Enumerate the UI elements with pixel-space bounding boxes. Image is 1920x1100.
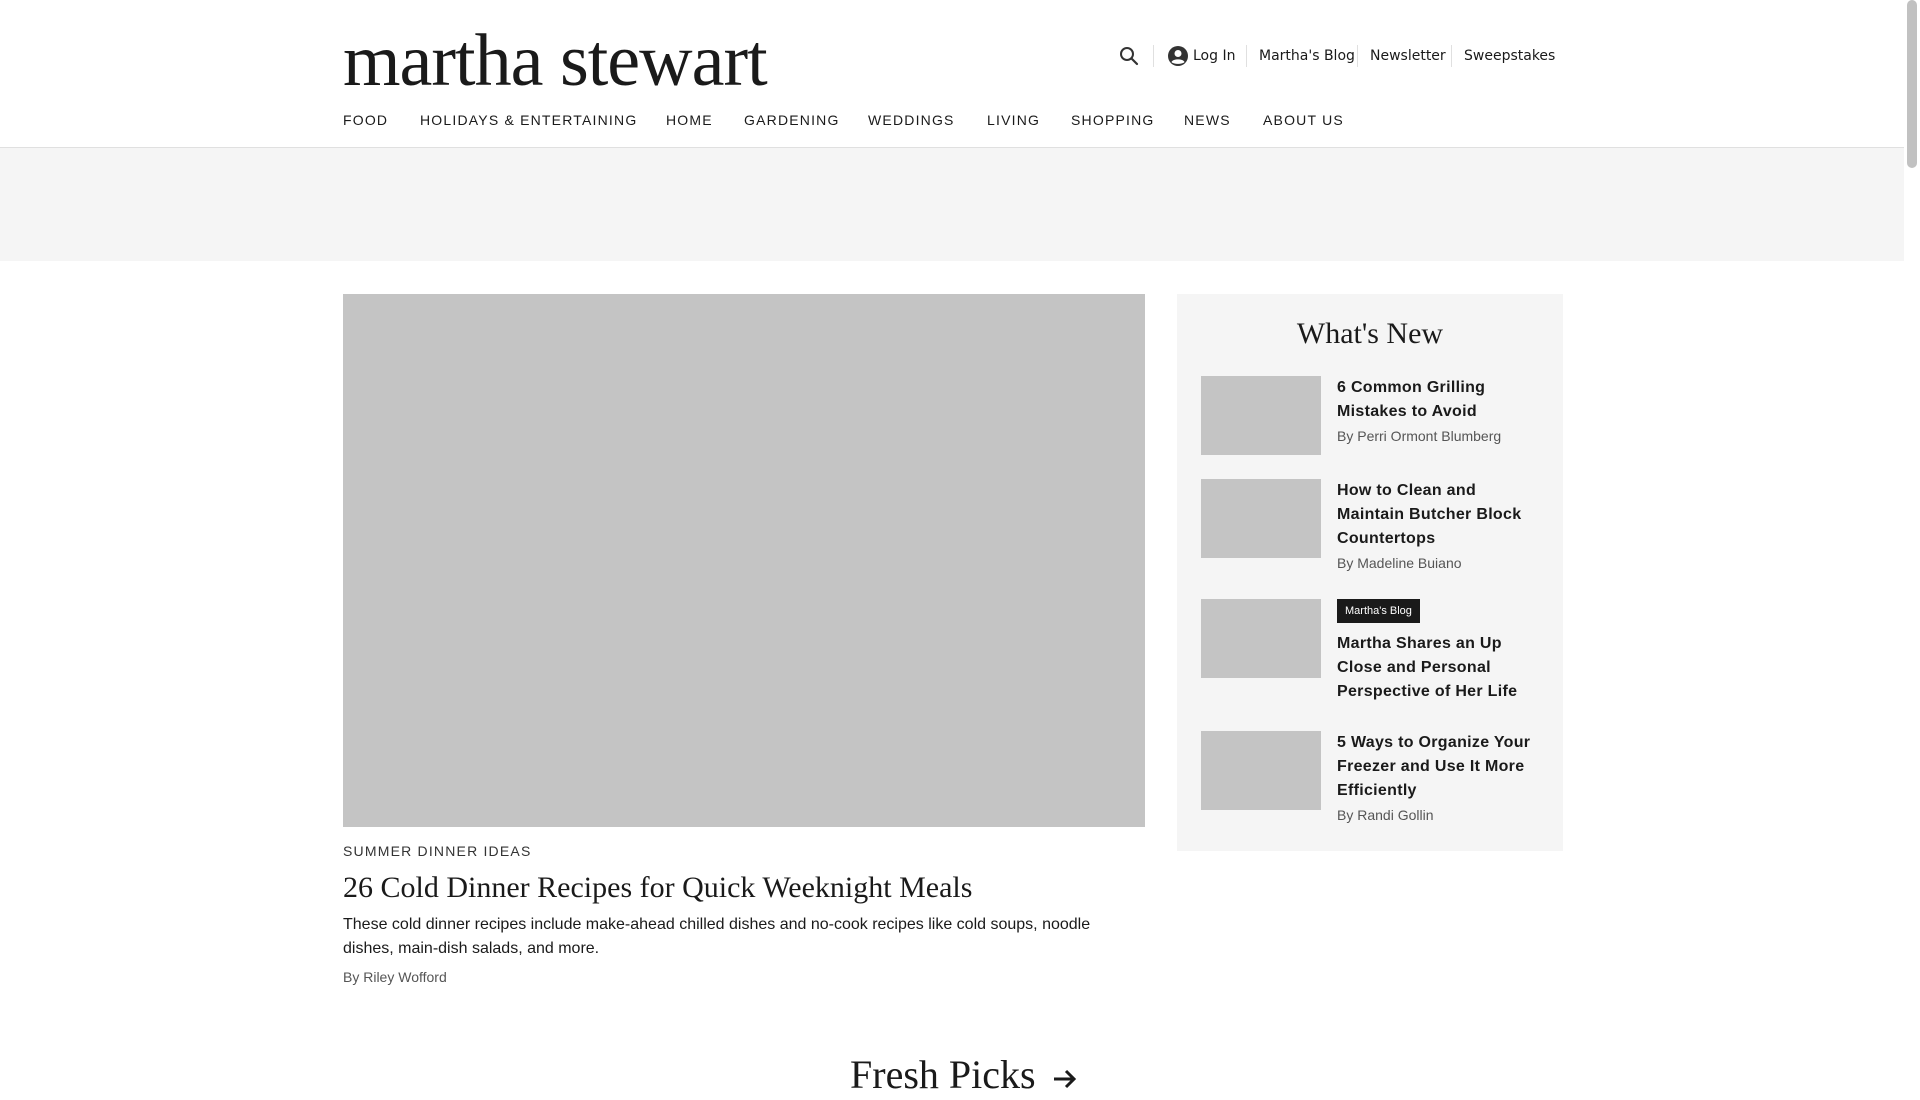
whats-new-panel: What's New 6 Common Grilling Mistakes to… [1177, 294, 1563, 851]
article-title[interactable]: 5 Ways to Organize Your Freezer and Use … [1337, 731, 1543, 803]
article-thumbnail[interactable] [1201, 479, 1321, 558]
article-title[interactable]: How to Clean and Maintain Butcher Block … [1337, 479, 1543, 551]
article-thumbnail[interactable] [1201, 731, 1321, 810]
newsletter-link[interactable]: Newsletter [1370, 46, 1446, 66]
account-circle-icon[interactable] [1167, 45, 1189, 67]
sweepstakes-link[interactable]: Sweepstakes [1464, 46, 1555, 66]
utility-divider [1153, 45, 1154, 67]
whats-new-title: What's New [1296, 317, 1444, 350]
blog-badge[interactable]: Martha's Blog [1337, 599, 1420, 623]
list-item[interactable]: 6 Common Grilling Mistakes to Avoid By P… [1337, 376, 1543, 446]
nav-living[interactable]: LIVING [987, 110, 1040, 130]
hero-image[interactable] [343, 294, 1145, 827]
article-thumbnail[interactable] [1201, 599, 1321, 678]
list-item[interactable]: 5 Ways to Organize Your Freezer and Use … [1337, 731, 1543, 825]
utility-divider [1357, 45, 1358, 67]
hero-byline: By Riley Wofford [343, 969, 447, 985]
hero-description: These cold dinner recipes include make-a… [343, 916, 1091, 957]
ad-banner-placeholder [0, 148, 1904, 261]
fresh-picks-heading[interactable]: Fresh Picks [850, 1050, 1078, 1100]
utility-divider [1246, 45, 1247, 67]
scrollbar-thumb[interactable] [1907, 0, 1917, 168]
login-link[interactable]: Log In [1193, 46, 1235, 66]
hero-title[interactable]: 26 Cold Dinner Recipes for Quick Weeknig… [343, 868, 972, 908]
nav-news[interactable]: NEWS [1184, 110, 1231, 130]
nav-holidays-entertaining[interactable]: HOLIDAYS & ENTERTAINING [420, 110, 637, 130]
article-title[interactable]: 6 Common Grilling Mistakes to Avoid [1337, 376, 1543, 424]
article-byline: By Madeline Buiano [1337, 555, 1462, 571]
site-logo[interactable]: martha stewart [343, 16, 768, 106]
nav-about-us[interactable]: ABOUT US [1263, 110, 1344, 130]
article-title[interactable]: Martha Shares an Up Close and Personal P… [1337, 632, 1543, 704]
article-byline: By Randi Gollin [1337, 807, 1434, 823]
nav-weddings[interactable]: WEDDINGS [868, 110, 955, 130]
article-thumbnail[interactable] [1201, 376, 1321, 455]
article-byline: By Perri Ormont Blumberg [1337, 428, 1502, 444]
list-item[interactable]: Martha's Blog Martha Shares an Up Close … [1337, 599, 1543, 704]
nav-food[interactable]: FOOD [343, 110, 388, 130]
marthas-blog-link[interactable]: Martha's Blog [1259, 46, 1355, 66]
utility-divider [1451, 45, 1452, 67]
list-item[interactable]: How to Clean and Maintain Butcher Block … [1337, 479, 1543, 573]
fresh-picks-label: Fresh Picks [850, 1052, 1036, 1097]
search-icon[interactable] [1117, 44, 1141, 68]
nav-shopping[interactable]: SHOPPING [1071, 110, 1155, 130]
hero-kicker[interactable]: SUMMER DINNER IDEAS [343, 843, 531, 859]
nav-home[interactable]: HOME [666, 110, 713, 130]
nav-gardening[interactable]: GARDENING [744, 110, 840, 130]
arrow-right-icon [1053, 1069, 1076, 1088]
